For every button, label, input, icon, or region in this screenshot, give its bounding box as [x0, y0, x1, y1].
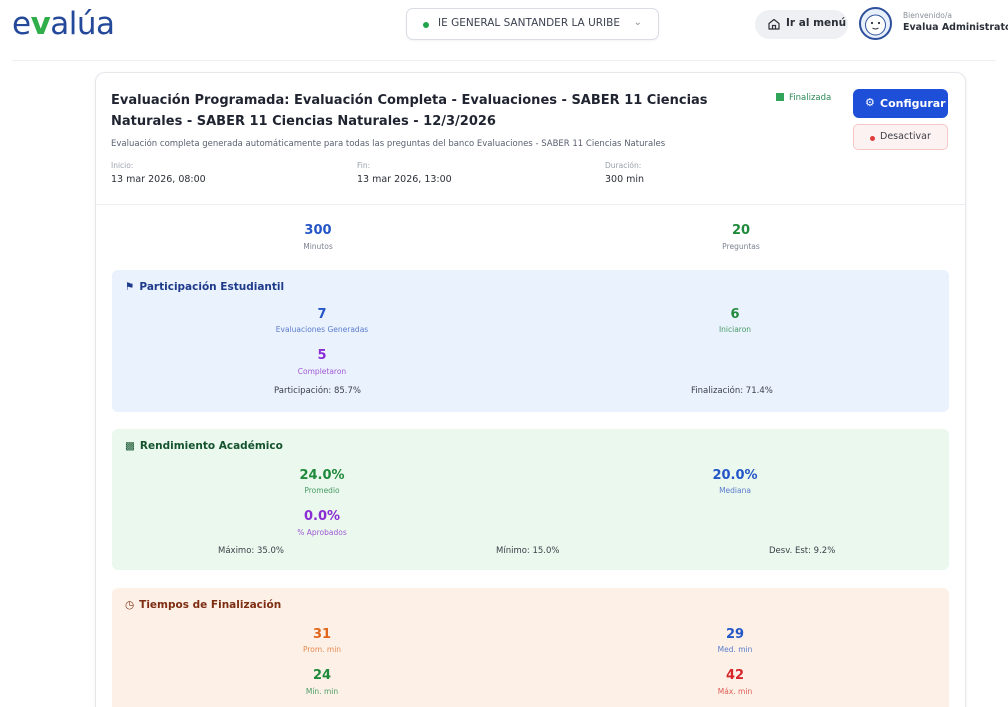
logo-text-rest: alúa: [50, 6, 115, 42]
evaluation-description: Evaluación completa generada automáticam…: [111, 139, 666, 149]
avg-time-value: 31: [312, 627, 332, 642]
user-name: Evalua Administrator: [903, 22, 1008, 33]
institution-select[interactable]: IE GENERAL SANTANDER LA URIBE ⌄: [406, 8, 659, 40]
approved-value: 0.0%: [303, 509, 341, 524]
generated-value: 7: [317, 307, 327, 322]
home-icon: [768, 18, 780, 30]
performance-title-text: Rendimiento Académico: [139, 440, 283, 452]
status-badge: Finalizada: [776, 93, 831, 107]
average-value: 24.0%: [299, 468, 345, 483]
duration-value: 300 min: [605, 174, 645, 185]
started-value: 6: [730, 307, 740, 322]
median-label: Mediana: [719, 486, 751, 495]
participation-rate: Participación: 85.7%: [274, 386, 361, 396]
status-label: Finalizada: [789, 93, 832, 103]
participation-title: ⚑ Participación Estudiantil: [125, 281, 284, 293]
configure-label: Configurar: [880, 97, 946, 110]
evalua-logo[interactable]: evalúa: [12, 6, 115, 42]
approved-label: % Aprobados: [297, 528, 347, 537]
median-value: 20.0%: [712, 468, 758, 483]
min-score: Mínimo: 15.0%: [496, 546, 560, 556]
end-value: 13 mar 2026, 13:00: [357, 174, 452, 185]
clock-icon: ◷: [125, 599, 135, 611]
gear-icon: ⚙: [865, 96, 875, 109]
users-icon: ⚑: [125, 281, 135, 293]
duration-label: Duración:: [605, 161, 642, 170]
max-time-value: 42: [725, 668, 745, 683]
completed-value: 5: [317, 348, 327, 363]
participation-section: ⚑ Participación Estudiantil 7 Evaluacione…: [112, 270, 949, 412]
deactivate-label: Desactivar: [880, 131, 931, 142]
card-divider: [96, 204, 965, 205]
start-value: 13 mar 2026, 08:00: [111, 174, 206, 185]
red-dot-icon: [870, 136, 875, 141]
configure-button[interactable]: ⚙ Configurar: [853, 89, 948, 118]
times-title: ◷ Tiempos de Finalización: [125, 599, 281, 611]
bar-chart-icon: ▩: [125, 440, 135, 452]
go-to-menu-button[interactable]: Ir al menú: [755, 10, 848, 39]
end-label: Fin:: [357, 161, 371, 170]
header-divider: [12, 60, 996, 61]
median-time-label: Med. min: [717, 645, 753, 654]
start-label: Inicio:: [111, 161, 134, 170]
check-square-icon: [776, 93, 784, 101]
std-deviation: Desv. Est: 9.2%: [769, 546, 836, 556]
avatar-face-icon: [865, 14, 886, 36]
performance-title: ▩ Rendimiento Académico: [125, 440, 283, 452]
times-section: ◷ Tiempos de Finalización 31 Prom. min 29…: [112, 588, 949, 707]
questions-label: Preguntas: [722, 242, 760, 251]
times-title-text: Tiempos de Finalización: [139, 599, 282, 611]
minutes-value: 300: [304, 223, 332, 238]
avatar[interactable]: [859, 7, 892, 40]
status-dot-icon: [423, 22, 429, 28]
max-score: Máximo: 35.0%: [218, 546, 284, 556]
logo-text-v: v: [30, 6, 51, 42]
avg-time-label: Prom. min: [302, 645, 342, 654]
logo-text-e: e: [12, 6, 31, 42]
greeting: Bienvenido/a: [903, 11, 952, 20]
generated-label: Evaluaciones Generadas: [275, 325, 369, 334]
deactivate-button[interactable]: Desactivar: [853, 124, 948, 150]
chevron-down-icon: ⌄: [633, 17, 642, 28]
completion-rate: Finalización: 71.4%: [691, 386, 773, 396]
performance-section: ▩ Rendimiento Académico 24.0% Promedio 20…: [112, 429, 949, 570]
completed-label: Completaron: [297, 367, 347, 376]
evaluation-title: Evaluación Programada: Evaluación Comple…: [111, 93, 708, 129]
median-time-value: 29: [725, 627, 745, 642]
participation-title-text: Participación Estudiantil: [139, 281, 285, 293]
average-label: Promedio: [304, 486, 340, 495]
started-label: Iniciaron: [718, 325, 752, 334]
questions-value: 20: [731, 223, 751, 238]
min-time-label: Mín. min: [305, 687, 339, 696]
institution-label: IE GENERAL SANTANDER LA URIBE: [438, 17, 620, 29]
menu-label: Ir al menú: [786, 17, 847, 29]
max-time-label: Máx. min: [717, 687, 753, 696]
evaluation-card: Evaluación Programada: Evaluación Comple…: [95, 72, 966, 707]
top-bar: evalúa IE GENERAL SANTANDER LA URIBE ⌄ I…: [0, 0, 1008, 56]
minutes-label: Minutos: [303, 242, 333, 251]
min-time-value: 24: [312, 668, 332, 683]
